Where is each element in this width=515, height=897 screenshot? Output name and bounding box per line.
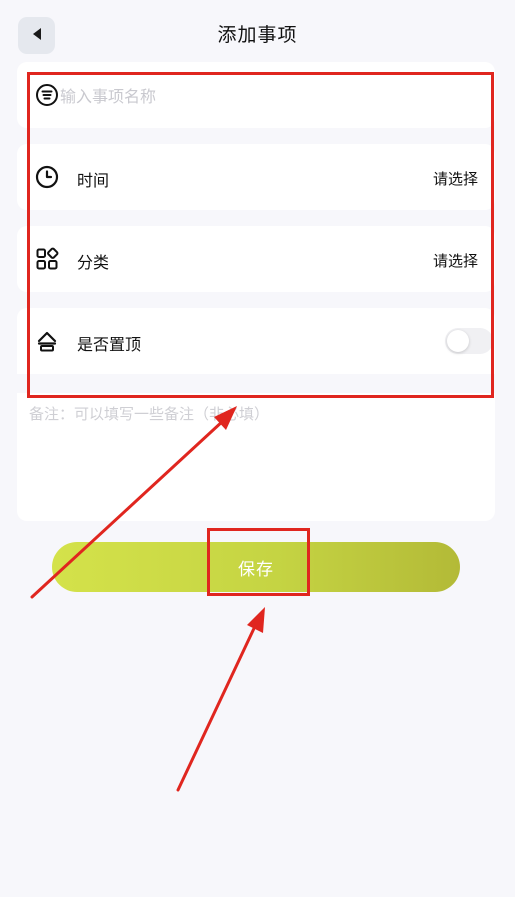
annotation-arrow-save [176, 607, 265, 792]
annotation-arrows [30, 406, 265, 792]
annotation-arrow-form [30, 406, 237, 599]
